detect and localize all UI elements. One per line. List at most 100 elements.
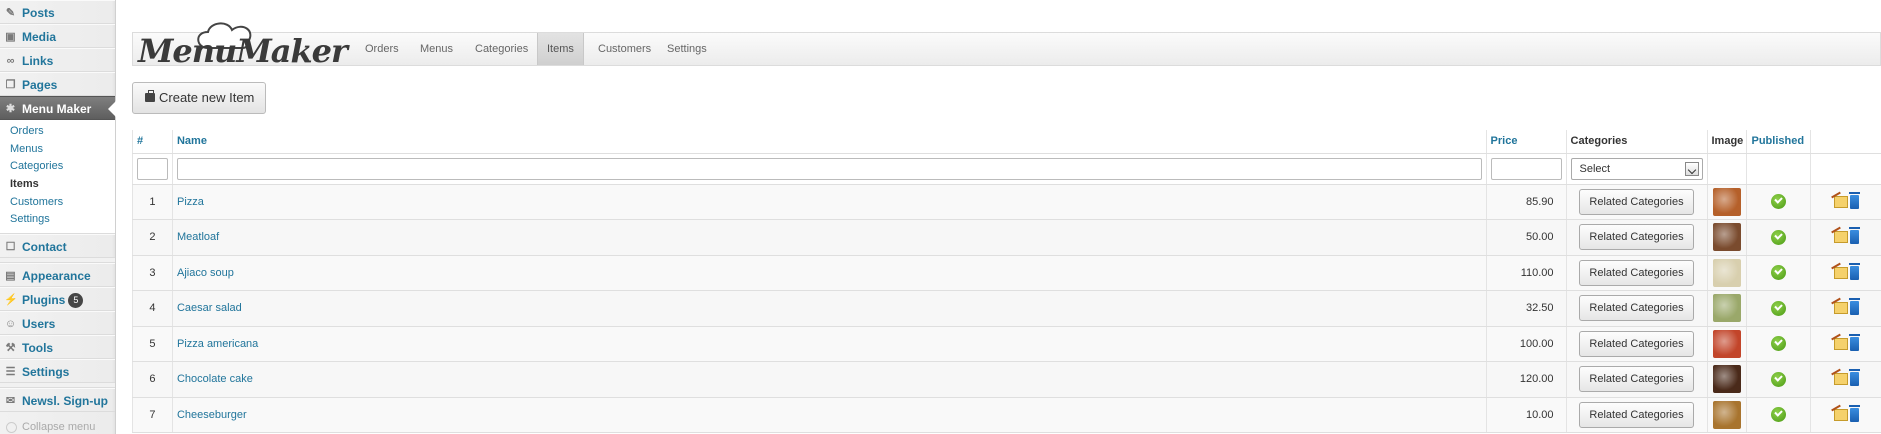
update-count-badge: 5 <box>68 293 84 309</box>
sidebar-item-appearance[interactable]: ▤ Appearance <box>0 263 115 288</box>
submenu-item-items[interactable]: Items <box>0 176 115 194</box>
sidebar-item-menu-maker[interactable]: ✱ Menu Maker <box>0 96 116 120</box>
chevron-down-icon <box>1684 161 1699 176</box>
delete-icon[interactable] <box>1848 369 1860 387</box>
categories-cell: Related Categories <box>1565 255 1707 291</box>
related-categories-button[interactable]: Related Categories <box>1579 330 1694 357</box>
item-price: 120.00 <box>1485 361 1567 398</box>
image-cell <box>1706 184 1747 220</box>
edit-icon[interactable] <box>1833 408 1848 421</box>
related-categories-button[interactable]: Related Categories <box>1579 188 1694 215</box>
tab-settings[interactable]: Settings <box>658 33 716 65</box>
item-name-link[interactable]: Chocolate cake <box>171 361 1487 398</box>
admin-sidebar: ✎ Posts ▣ Media ∞ Links ❐ Pages ✱ Menu Maker … <box>0 0 116 434</box>
tab-orders[interactable]: Orders <box>356 33 408 65</box>
collapse-menu-button[interactable]: Collapse menu <box>0 421 95 434</box>
column-header-actions <box>1810 130 1881 154</box>
item-name-link[interactable]: Pizza americana <box>171 326 1487 362</box>
published-check-icon[interactable] <box>1771 371 1787 387</box>
row-number: 7 <box>132 397 173 433</box>
row-number: 6 <box>132 361 173 398</box>
related-categories-button[interactable]: Related Categories <box>1579 224 1694 251</box>
delete-icon[interactable] <box>1848 227 1860 245</box>
table-row: 7 Cheeseburger 10.00 Related Categories <box>132 397 1881 433</box>
submenu-item-orders[interactable]: Orders <box>0 123 115 141</box>
briefcase-icon <box>145 90 155 102</box>
sidebar-item-label: Tools <box>22 341 54 356</box>
published-check-icon[interactable] <box>1771 194 1787 210</box>
edit-icon[interactable] <box>1833 195 1848 208</box>
edit-icon[interactable] <box>1833 302 1848 315</box>
tab-items[interactable]: Items <box>537 33 584 65</box>
column-header-name[interactable]: Name <box>171 130 1487 154</box>
submenu-item-categories[interactable]: Categories <box>0 158 115 176</box>
edit-icon[interactable] <box>1833 266 1848 279</box>
pages-icon: ❐ <box>5 79 16 91</box>
submenu-item-customers[interactable]: Customers <box>0 194 115 212</box>
item-thumbnail <box>1712 365 1741 394</box>
tab-categories[interactable]: Categories <box>466 33 537 65</box>
published-check-icon[interactable] <box>1771 300 1787 316</box>
collapse-icon <box>6 422 17 433</box>
item-thumbnail <box>1712 187 1741 216</box>
tab-menus[interactable]: Menus <box>411 33 462 65</box>
sidebar-item-media[interactable]: ▣ Media <box>0 24 115 48</box>
published-check-icon[interactable] <box>1771 336 1787 352</box>
sidebar-item-users[interactable]: ☺ Users <box>0 311 115 336</box>
actions-cell <box>1810 326 1881 362</box>
sidebar-item-plugins[interactable]: ⚡ Plugins 5 <box>0 287 115 312</box>
related-categories-button[interactable]: Related Categories <box>1579 259 1694 286</box>
related-categories-button[interactable]: Related Categories <box>1579 366 1694 393</box>
appearance-icon: ▤ <box>5 270 16 283</box>
image-cell <box>1706 219 1747 256</box>
sidebar-item-pages[interactable]: ❐ Pages <box>0 72 115 96</box>
sidebar-item-label: Users <box>22 317 56 332</box>
tab-customers[interactable]: Customers <box>589 33 660 65</box>
item-name-link[interactable]: Cheeseburger <box>171 397 1487 433</box>
column-header-published[interactable]: Published <box>1746 130 1811 154</box>
link-icon: ∞ <box>6 55 15 67</box>
pushpin-icon: ✎ <box>5 7 16 19</box>
price-filter-input[interactable] <box>1490 157 1562 180</box>
create-new-item-button[interactable]: Create new Item <box>132 82 266 114</box>
column-header-num[interactable]: # <box>132 130 173 154</box>
edit-icon[interactable] <box>1833 231 1848 244</box>
delete-icon[interactable] <box>1848 191 1860 209</box>
item-thumbnail <box>1712 294 1741 323</box>
delete-icon[interactable] <box>1848 298 1860 316</box>
submenu-item-menus[interactable]: Menus <box>0 141 115 159</box>
sidebar-item-posts[interactable]: ✎ Posts <box>0 0 115 24</box>
category-filter-select[interactable]: Select <box>1570 157 1703 180</box>
name-filter-input[interactable] <box>176 157 1482 180</box>
published-check-icon[interactable] <box>1771 407 1787 423</box>
image-cell <box>1706 290 1747 327</box>
delete-icon[interactable] <box>1848 404 1860 422</box>
delete-icon[interactable] <box>1848 262 1860 280</box>
column-header-price[interactable]: Price <box>1485 130 1567 154</box>
actions-cell <box>1810 290 1881 327</box>
item-name-link[interactable]: Pizza <box>171 184 1487 220</box>
settings-icon: ☰ <box>5 366 16 379</box>
edit-icon[interactable] <box>1833 373 1848 386</box>
published-check-icon[interactable] <box>1771 229 1787 245</box>
sidebar-item-links[interactable]: ∞ Links <box>0 48 115 72</box>
sidebar-item-tools[interactable]: ⚒ Tools <box>0 335 115 360</box>
item-name-link[interactable]: Caesar salad <box>171 290 1487 327</box>
item-name-link[interactable]: Meatloaf <box>171 219 1487 256</box>
sidebar-item-contact[interactable]: ☐ Contact <box>0 234 115 259</box>
sidebar-item-settings[interactable]: ☰ Settings <box>0 359 115 384</box>
item-name-link[interactable]: Ajiaco soup <box>171 255 1487 291</box>
related-categories-button[interactable]: Related Categories <box>1579 295 1694 322</box>
num-filter-input[interactable] <box>137 157 168 180</box>
item-thumbnail <box>1712 329 1741 358</box>
menu-maker-submenu: Orders Menus Categories Items Customers … <box>0 120 115 235</box>
published-cell <box>1746 255 1811 291</box>
published-check-icon[interactable] <box>1771 265 1787 281</box>
submenu-item-settings[interactable]: Settings <box>0 211 115 229</box>
edit-icon[interactable] <box>1833 337 1848 350</box>
delete-icon[interactable] <box>1848 333 1860 351</box>
sidebar-item-newsletter[interactable]: ✉ Newsl. Sign-up <box>0 388 115 413</box>
row-number: 1 <box>132 184 173 220</box>
related-categories-button[interactable]: Related Categories <box>1579 401 1694 428</box>
categories-cell: Related Categories <box>1565 219 1707 256</box>
